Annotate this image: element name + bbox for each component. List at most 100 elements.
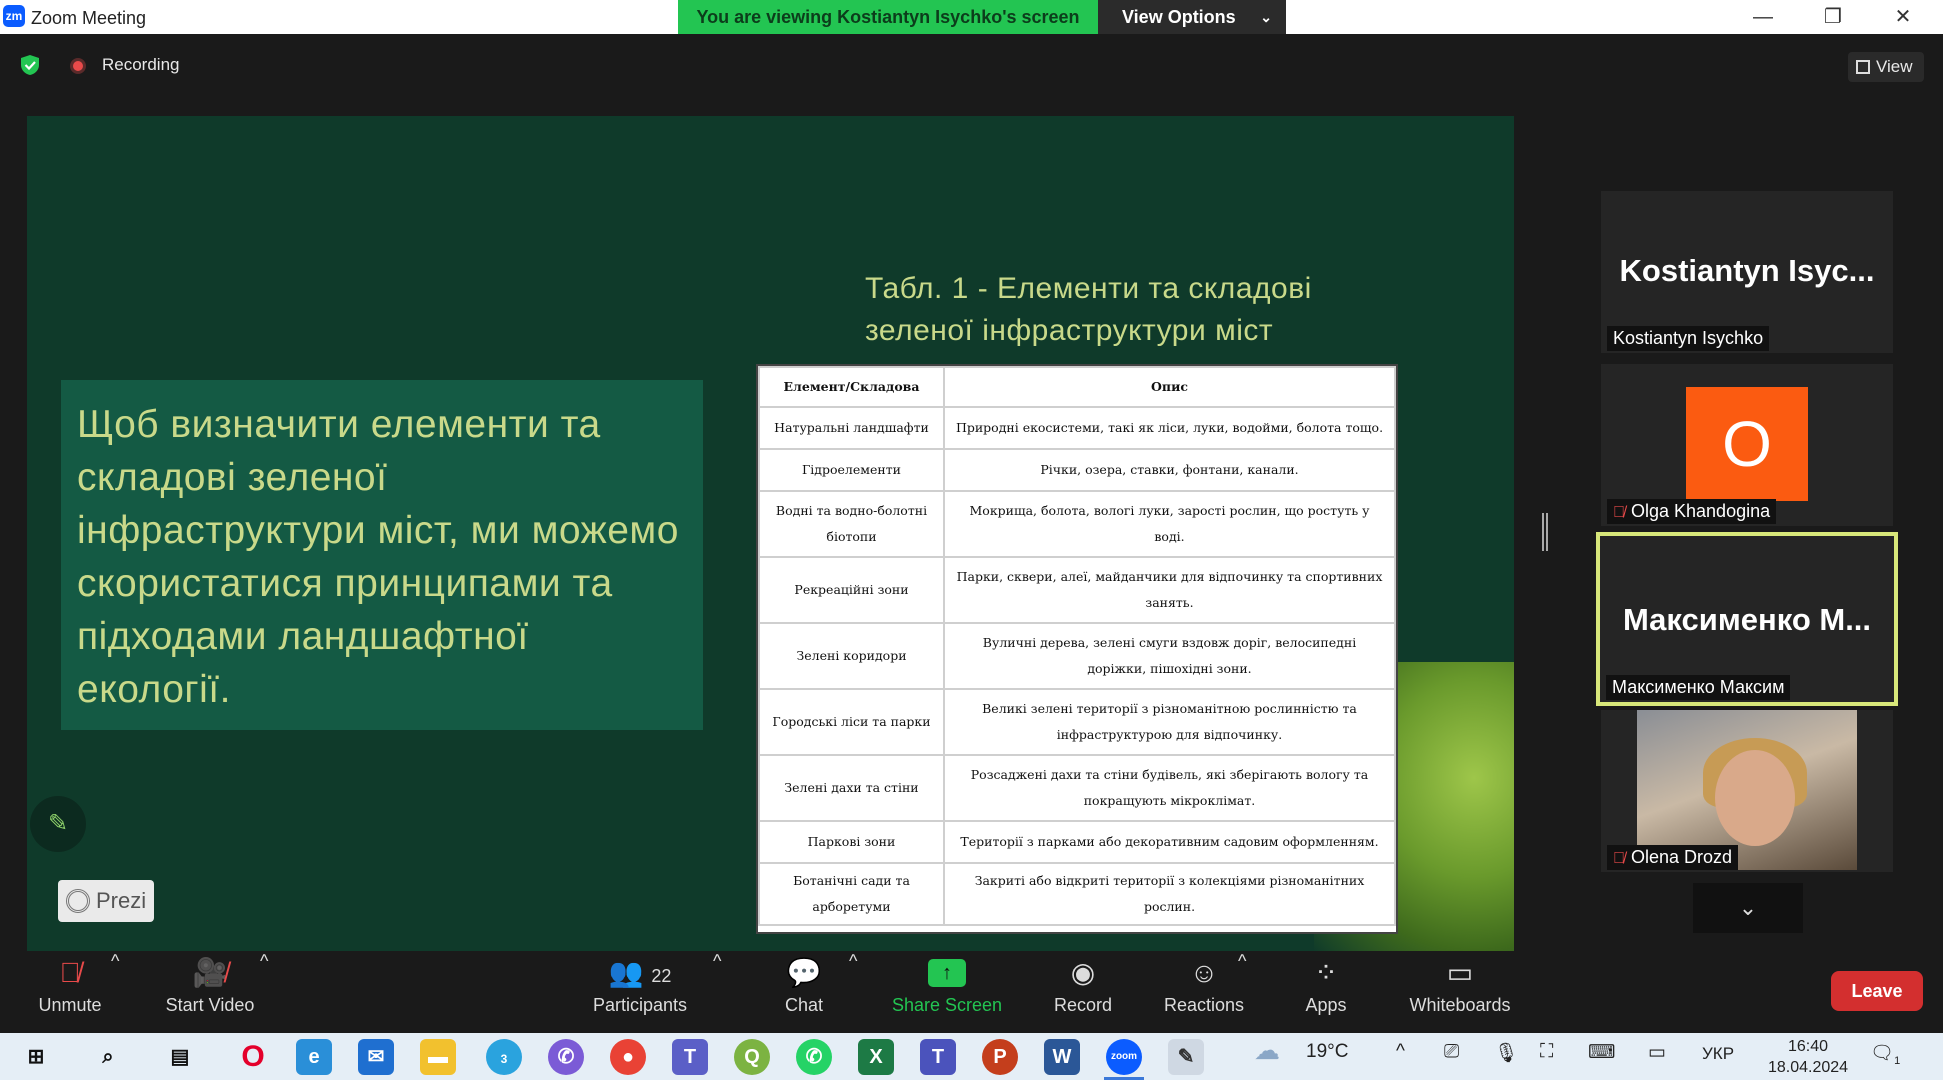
- chevron-down-icon: ⌄: [1738, 895, 1758, 920]
- muted-mic-icon: 🎙̸: [59, 957, 81, 988]
- reactions-options-caret[interactable]: ^: [1238, 951, 1246, 1033]
- powerpoint-icon[interactable]: P: [982, 1039, 1018, 1075]
- edge-icon[interactable]: e: [296, 1039, 332, 1075]
- participants-options-caret[interactable]: ^: [713, 951, 721, 1033]
- keyboard-icon[interactable]: ⌨: [1588, 1041, 1615, 1064]
- participant-big-name: Kostiantyn Isyc...: [1619, 253, 1875, 288]
- document-table: Елемент/Складова Опис Натуральні ландшаф…: [756, 364, 1398, 934]
- file-explorer-icon[interactable]: ▬: [420, 1039, 456, 1075]
- share-screen-button[interactable]: ↑ Share Screen: [890, 951, 1004, 1033]
- unmute-button[interactable]: 🎙̸ Unmute: [30, 951, 110, 1033]
- paint-icon[interactable]: ✎: [1168, 1039, 1204, 1075]
- panel-resize-handle[interactable]: [1542, 513, 1548, 551]
- chevron-up-icon[interactable]: ^: [1396, 1041, 1405, 1063]
- taskbar-clock[interactable]: 16:40 18.04.2024: [1763, 1036, 1853, 1078]
- meet-now-icon[interactable]: ⎚: [1444, 1041, 1459, 1063]
- muted-mic-icon: 🎙̸: [1613, 850, 1625, 867]
- table-cell: Вуличні дерева, зелені смуги вздовж дорі…: [943, 622, 1396, 690]
- participant-name: Kostiantyn Isychko: [1607, 326, 1770, 351]
- notification-count: 1: [1894, 1054, 1901, 1067]
- leave-button[interactable]: Leave: [1831, 971, 1923, 1011]
- windows-start-icon[interactable]: ⊞: [18, 1039, 54, 1075]
- scroll-down-button[interactable]: ⌄: [1693, 883, 1803, 933]
- whiteboard-icon: ▭: [1446, 957, 1474, 988]
- view-options-button[interactable]: View Options ⌄: [1098, 0, 1286, 34]
- table-row: Зелені коридори Вуличні дерева, зелені см…: [758, 622, 1396, 690]
- table-row: Ботанічні сади та арборетуми Закриті або …: [758, 862, 1396, 926]
- prezi-label: Prezi: [96, 888, 147, 913]
- network-icon[interactable]: ⛶: [1540, 1041, 1553, 1063]
- recording-icon: [70, 58, 86, 74]
- table-cell: Водні та водно-болотні біотопи: [758, 490, 945, 558]
- reactions-button[interactable]: ☺ Reactions: [1160, 951, 1248, 1033]
- participant-big-name: Максименко М...: [1622, 602, 1872, 637]
- participants-button[interactable]: 👥 22 Participants: [585, 951, 695, 1033]
- recording-label[interactable]: Recording: [102, 55, 180, 75]
- table-row: Гідроелементи Річки, озера, ставки, фонта…: [758, 448, 1396, 492]
- viewing-banner: You are viewing Kostiantyn Isychko's scr…: [678, 0, 1098, 34]
- reactions-label: Reactions: [1163, 995, 1245, 1015]
- apps-button[interactable]: ⁘ Apps: [1298, 951, 1354, 1033]
- video-options-caret[interactable]: ^: [260, 951, 268, 1033]
- chat-label: Chat: [784, 995, 824, 1015]
- excel-icon[interactable]: X: [858, 1039, 894, 1075]
- table-cell: Городські ліси та парки: [758, 688, 945, 756]
- share-screen-icon: ↑: [928, 959, 966, 987]
- teams-icon[interactable]: T: [672, 1039, 708, 1075]
- table-cell: Зелені коридори: [758, 622, 945, 690]
- notifications-icon[interactable]: 🗨1: [1870, 1041, 1900, 1067]
- word-icon[interactable]: W: [1044, 1039, 1080, 1075]
- pencil-icon[interactable]: ✎: [30, 796, 86, 852]
- mail-icon[interactable]: ✉: [358, 1039, 394, 1075]
- whatsapp-icon[interactable]: ✆: [796, 1039, 832, 1075]
- telegram-icon[interactable]: 3: [486, 1039, 522, 1075]
- video-off-icon: 🎥̸: [192, 957, 228, 988]
- chat-options-caret[interactable]: ^: [849, 951, 857, 1033]
- opera-icon[interactable]: O: [235, 1039, 271, 1075]
- minimize-button[interactable]: —: [1735, 0, 1791, 34]
- participant-tile[interactable]: O 🎙̸ Olga Khandogina: [1601, 364, 1893, 526]
- participant-tile[interactable]: Kostiantyn Isyc... Kostiantyn Isychko: [1601, 191, 1893, 353]
- audio-options-caret[interactable]: ^: [111, 951, 119, 1033]
- participant-tile-active-speaker[interactable]: Максименко М... Максименко Максим: [1596, 532, 1898, 706]
- qgis-icon[interactable]: Q: [734, 1039, 770, 1075]
- prezi-badge[interactable]: Prezi: [58, 880, 154, 922]
- prezi-logo-icon: [66, 889, 90, 913]
- record-button[interactable]: ◉ Record: [1048, 951, 1118, 1033]
- display-icon[interactable]: ▭: [1648, 1041, 1666, 1064]
- chrome-icon[interactable]: ●: [610, 1039, 646, 1075]
- table-row: Водні та водно-болотні біотопи Мокрища, б…: [758, 490, 1396, 558]
- weather-temp[interactable]: 19°C: [1306, 1041, 1348, 1063]
- table-row: Натуральні ландшафти Природні екосистеми,…: [758, 406, 1396, 450]
- table-cell: Паркові зони: [758, 820, 945, 864]
- view-options-label: View Options: [1122, 7, 1236, 27]
- start-video-button[interactable]: 🎥̸ Start Video: [158, 951, 262, 1033]
- close-button[interactable]: ✕: [1875, 0, 1931, 34]
- zoom-taskbar-icon[interactable]: zoom: [1106, 1039, 1142, 1075]
- participant-name-tag: 🎙̸ Olena Drozd: [1607, 845, 1739, 870]
- viber-icon[interactable]: ✆: [548, 1039, 584, 1075]
- chat-button[interactable]: 💬 Chat: [772, 951, 836, 1033]
- record-icon: ◉: [1070, 957, 1096, 988]
- language-indicator[interactable]: УКР: [1702, 1044, 1734, 1064]
- task-view-icon[interactable]: ▤: [162, 1039, 198, 1075]
- security-shield-icon[interactable]: [20, 54, 40, 76]
- microphone-icon[interactable]: 🎙: [1494, 1041, 1518, 1065]
- participant-name: Максименко Максим: [1606, 675, 1791, 700]
- table-header: Опис: [943, 366, 1396, 408]
- teams-classic-icon[interactable]: T: [920, 1039, 956, 1075]
- table-cell: Природні екосистеми, такі як ліси, луки,…: [943, 406, 1396, 450]
- participants-label: Participants: [592, 995, 688, 1015]
- clock-date: 18.04.2024: [1767, 1059, 1849, 1076]
- table-cell: Річки, озера, ставки, фонтани, канали.: [943, 448, 1396, 492]
- table-cell: Рекреаційні зони: [758, 556, 945, 624]
- search-icon[interactable]: ⌕: [90, 1039, 126, 1075]
- table-header: Елемент/Складова: [758, 366, 945, 408]
- participant-tile[interactable]: 🎙̸ Olena Drozd: [1601, 710, 1893, 872]
- windows-taskbar: ⊞ ⌕ ▤ O e ✉ ▬ 3 ✆ ● T Q ✆ X T P W zoom ✎…: [0, 1033, 1943, 1080]
- view-button[interactable]: View: [1848, 52, 1924, 82]
- restore-button[interactable]: ❐: [1805, 0, 1861, 34]
- participants-icon-group: 👥 22: [585, 951, 695, 995]
- slide-body-text: Щоб визначити елементи та складові зелен…: [77, 403, 679, 711]
- whiteboards-button[interactable]: ▭ Whiteboards: [1402, 951, 1518, 1033]
